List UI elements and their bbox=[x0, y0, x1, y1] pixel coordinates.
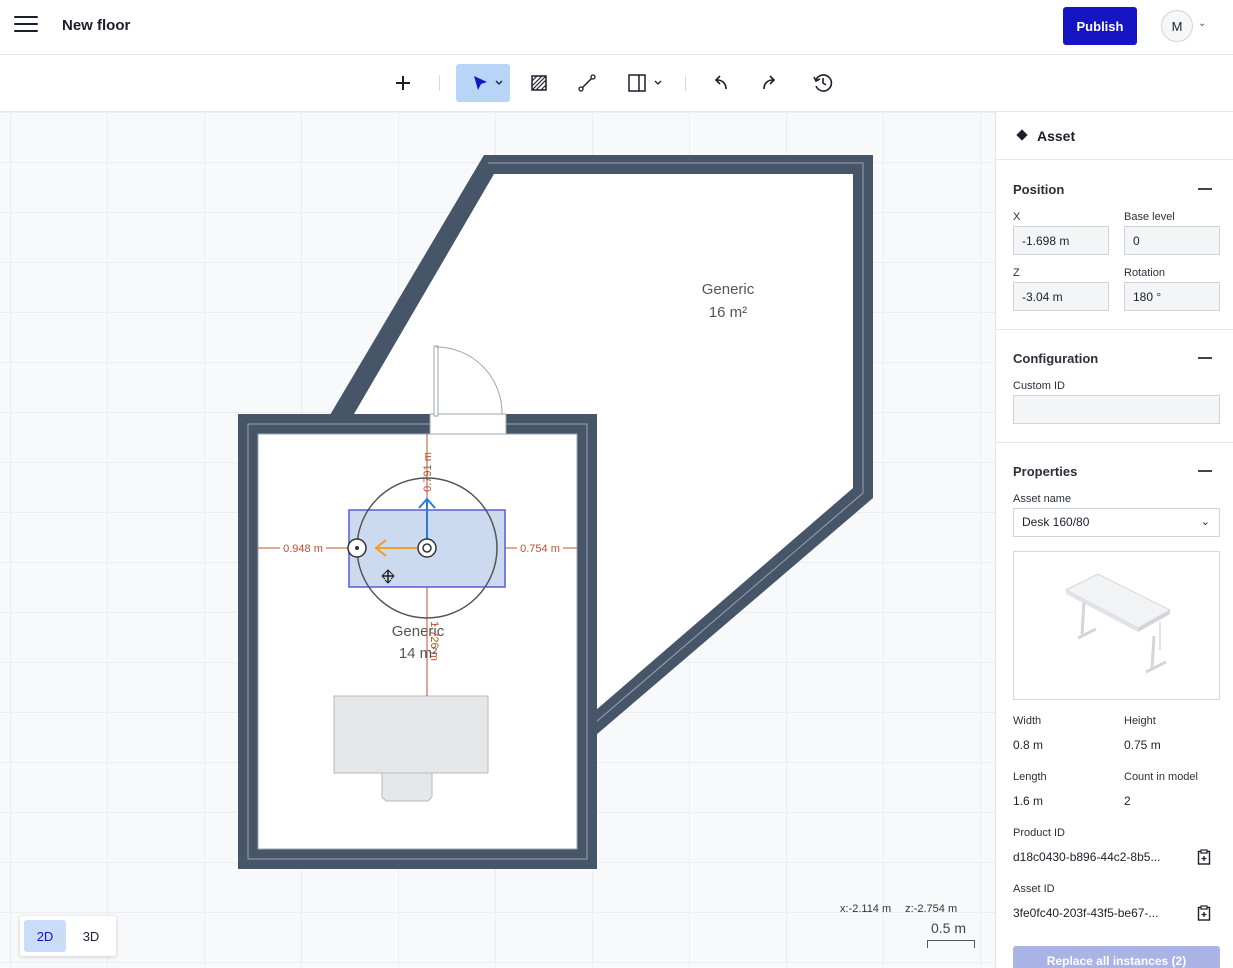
collapse-icon[interactable] bbox=[1198, 470, 1212, 472]
top-bar: New floor Publish M ⌄ bbox=[0, 0, 1233, 55]
floor-plan-canvas[interactable]: Generic 16 m² Generic 14 m² 0.948 m 0.75… bbox=[0, 112, 995, 968]
section-title-configuration: Configuration bbox=[1013, 351, 1099, 366]
base-level-label: Base level bbox=[1124, 211, 1175, 223]
asset-id-label: Asset ID bbox=[1013, 883, 1055, 895]
section-title-properties: Properties bbox=[1013, 464, 1078, 479]
base-level-field[interactable] bbox=[1124, 226, 1220, 255]
publish-button[interactable]: Publish bbox=[1063, 7, 1137, 45]
pointer-icon bbox=[474, 76, 503, 90]
toolbar-divider bbox=[685, 75, 686, 91]
toolbar-divider bbox=[439, 75, 440, 91]
wall-panel-icon[interactable] bbox=[624, 64, 666, 102]
asset-diamond-icon bbox=[1016, 129, 1028, 141]
collapse-icon[interactable] bbox=[1198, 188, 1212, 190]
cursor-z: z:-2.754 m bbox=[905, 903, 958, 915]
height-label: Height bbox=[1124, 715, 1156, 727]
copy-clipboard-icon[interactable] bbox=[1196, 905, 1212, 921]
toolbar bbox=[0, 55, 1233, 112]
copy-clipboard-icon[interactable] bbox=[1196, 849, 1212, 865]
product-id-label: Product ID bbox=[1013, 827, 1065, 839]
panel-header: Asset bbox=[996, 112, 1233, 160]
avatar[interactable]: M bbox=[1161, 10, 1193, 42]
count-in-model-value: 2 bbox=[1124, 794, 1131, 808]
length-label: Length bbox=[1013, 771, 1047, 783]
dimension-label-right: 0.754 m bbox=[520, 543, 560, 555]
asset-id-value: 3fe0fc40-203f-43f5-be67-... bbox=[1013, 906, 1159, 920]
z-field[interactable] bbox=[1013, 282, 1109, 311]
custom-id-label: Custom ID bbox=[1013, 380, 1065, 392]
rotation-handle[interactable] bbox=[347, 538, 367, 558]
floor-plan[interactable]: Generic 16 m² Generic 14 m² 0.948 m 0.75… bbox=[0, 112, 995, 968]
rotation-label: Rotation bbox=[1124, 267, 1165, 279]
dimension-label-left: 0.948 m bbox=[283, 543, 323, 555]
width-label: Width bbox=[1013, 715, 1042, 727]
cursor-x: x:-2.114 m bbox=[840, 903, 892, 915]
room-name-label: Generic bbox=[702, 281, 755, 298]
asset-name-value: Desk 160/80 bbox=[1022, 515, 1090, 529]
height-value: 0.75 m bbox=[1124, 738, 1161, 752]
pivot-handle[interactable] bbox=[417, 538, 437, 558]
x-label: X bbox=[1013, 211, 1021, 223]
product-id-value: d18c0430-b896-44c2-8b5... bbox=[1013, 850, 1161, 864]
view-mode-toggle: 2D 3D bbox=[20, 916, 116, 956]
cursor-coordinates: x:-2.114 m z:-2.754 m bbox=[840, 903, 971, 915]
z-label: Z bbox=[1013, 267, 1020, 279]
plus-icon[interactable] bbox=[388, 64, 418, 102]
section-title-position: Position bbox=[1013, 182, 1065, 197]
undo-icon[interactable] bbox=[706, 64, 736, 102]
custom-id-field[interactable] bbox=[1013, 395, 1220, 424]
scale-bar bbox=[927, 940, 975, 948]
dimension-label-top: 0.791 m bbox=[422, 452, 434, 492]
history-icon[interactable] bbox=[808, 64, 838, 102]
room-area-label: 16 m² bbox=[709, 304, 747, 321]
chevron-down-icon[interactable]: ⌄ bbox=[1198, 18, 1206, 29]
rotation-field[interactable] bbox=[1124, 282, 1220, 311]
desk-preview-icon bbox=[1064, 573, 1172, 674]
replace-all-instances-button[interactable]: Replace all instances (2) bbox=[1013, 946, 1220, 968]
hatch-icon[interactable] bbox=[524, 64, 554, 102]
count-in-model-label: Count in model bbox=[1124, 771, 1198, 783]
width-value: 0.8 m bbox=[1013, 738, 1044, 752]
panel-title: Asset bbox=[1037, 128, 1076, 144]
chevron-down-icon: ⌄ bbox=[1200, 516, 1210, 528]
collapse-icon[interactable] bbox=[1198, 357, 1212, 359]
scale-label: 0.5 m bbox=[931, 920, 967, 936]
redo-icon[interactable] bbox=[754, 64, 784, 102]
mode-3d-button[interactable]: 3D bbox=[70, 920, 112, 952]
asset-name-label: Asset name bbox=[1013, 493, 1072, 505]
measure-line-icon[interactable] bbox=[572, 64, 602, 102]
section-divider bbox=[996, 442, 1233, 443]
asset-panel: Asset Position X Base level Z Rotation C… bbox=[995, 112, 1233, 968]
section-divider bbox=[996, 329, 1233, 330]
page-title: New floor bbox=[62, 17, 131, 34]
asset-name-select[interactable]: Desk 160/80 ⌄ bbox=[1013, 508, 1220, 537]
pointer-tool-button[interactable] bbox=[456, 64, 510, 102]
mode-2d-button[interactable]: 2D bbox=[24, 920, 66, 952]
asset-preview-image bbox=[1013, 551, 1220, 700]
x-field[interactable] bbox=[1013, 226, 1109, 255]
dimension-label-bottom: 1.726 m bbox=[428, 621, 440, 661]
menu-icon[interactable] bbox=[14, 16, 38, 36]
length-value: 1.6 m bbox=[1013, 794, 1044, 808]
